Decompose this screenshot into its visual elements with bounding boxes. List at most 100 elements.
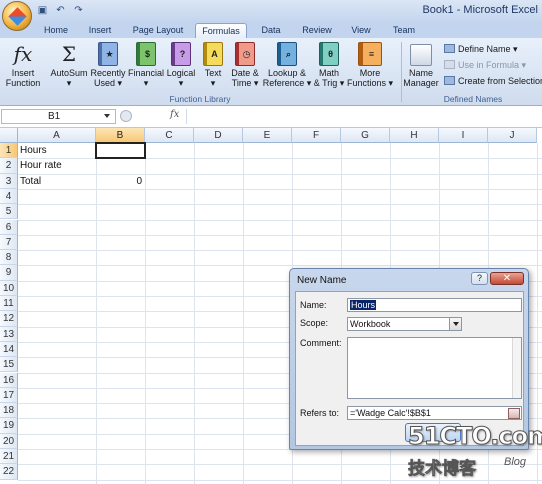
row-header[interactable]: 16	[0, 372, 18, 388]
row-header[interactable]: 7	[0, 234, 18, 251]
logical-book-icon: ?	[171, 42, 191, 66]
column-header-i[interactable]: I	[439, 128, 488, 143]
row-header[interactable]: 9	[0, 265, 18, 281]
tab-page-layout[interactable]: Page Layout	[126, 23, 190, 38]
formula-bar-handle-icon[interactable]	[120, 110, 132, 122]
column-header-b[interactable]: B	[96, 128, 145, 143]
refers-to-field[interactable]: ='Wadge Calc'!$B$1	[347, 406, 522, 420]
row-header[interactable]: 20	[0, 433, 18, 449]
row-header[interactable]: 10	[0, 280, 18, 296]
row-header[interactable]: 1	[0, 143, 18, 159]
row-header[interactable]: 14	[0, 341, 18, 358]
logical-label: Logical	[166, 68, 196, 78]
name-field[interactable]: Hours	[347, 298, 522, 312]
tab-team[interactable]: Team	[388, 23, 420, 38]
define-name-button[interactable]: Define Name ▾	[444, 44, 518, 55]
close-icon[interactable]: ✕	[490, 272, 524, 285]
insert-function-fx-icon[interactable]: fx	[170, 109, 179, 120]
row-header[interactable]: 17	[0, 387, 18, 404]
function-library-group-label: Function Library	[169, 94, 231, 104]
row-header[interactable]: 18	[0, 403, 18, 419]
tab-data[interactable]: Data	[256, 23, 286, 38]
collapse-dialog-icon[interactable]	[508, 408, 520, 419]
row-header[interactable]: 6	[0, 219, 18, 235]
window-title: Book1 - Microsoft Excel	[422, 4, 538, 16]
cell-a1[interactable]: Hours	[20, 144, 47, 158]
save-icon[interactable]: ▣	[36, 4, 49, 17]
column-header-h[interactable]: H	[390, 128, 439, 143]
comment-scrollbar[interactable]	[512, 338, 521, 398]
more-functions-button[interactable]: ≡ More Functions ▾	[346, 42, 394, 88]
math-trig-button[interactable]: θ Math & Trig ▾	[312, 42, 346, 88]
lookup-reference-button[interactable]: ⌕ Lookup & Reference ▾	[262, 42, 312, 88]
name-box-dropdown-icon[interactable]	[104, 114, 110, 118]
recently-used-book-icon: ★	[98, 42, 118, 66]
chevron-down-icon[interactable]	[449, 318, 461, 330]
cell-a3[interactable]: Total	[20, 175, 41, 189]
tab-review[interactable]: Review	[298, 23, 336, 38]
tab-formulas[interactable]: Formulas	[195, 23, 247, 38]
gridline-horizontal	[18, 204, 542, 206]
use-in-formula-button[interactable]: Use in Formula ▾	[444, 60, 526, 71]
column-header-c[interactable]: C	[145, 128, 194, 143]
row-header[interactable]: 19	[0, 418, 18, 434]
row-header[interactable]: 5	[0, 204, 18, 220]
formula-input[interactable]	[186, 109, 540, 124]
tab-insert[interactable]: Insert	[80, 23, 120, 38]
column-header-f[interactable]: F	[292, 128, 341, 143]
name-label: Name:	[300, 300, 327, 310]
insert-function-label-2: Function	[5, 78, 41, 88]
refers-to-value: ='Wadge Calc'!$B$1	[350, 408, 431, 418]
help-icon[interactable]: ?	[471, 272, 488, 285]
column-header-a[interactable]: A	[18, 128, 96, 143]
row-header[interactable]: 11	[0, 296, 18, 312]
cell-b3[interactable]: 0	[96, 175, 142, 189]
name-box[interactable]: B1	[1, 109, 116, 124]
recently-used-button[interactable]: ★ Recently Used ▾	[89, 42, 127, 88]
ribbon-tabs: Home Insert Page Layout Formulas Data Re…	[0, 22, 542, 38]
row-header[interactable]: 13	[0, 326, 18, 342]
financial-button[interactable]: $ Financial ▾	[127, 42, 165, 88]
column-header-d[interactable]: D	[194, 128, 243, 143]
redo-icon[interactable]: ↷	[72, 4, 85, 17]
row-header[interactable]: 12	[0, 311, 18, 327]
office-button[interactable]	[2, 1, 32, 31]
date-time-button[interactable]: ◷ Date & Time ▾	[228, 42, 262, 88]
financial-dropdown: ▾	[143, 78, 149, 88]
comment-field[interactable]	[347, 337, 522, 399]
column-header-j[interactable]: J	[488, 128, 537, 143]
tab-view[interactable]: View	[346, 23, 376, 38]
create-from-selection-label: Create from Selection	[458, 76, 542, 86]
insert-function-button[interactable]: fx Insert Function	[2, 42, 44, 88]
active-cell-b1[interactable]	[95, 142, 146, 159]
undo-icon[interactable]: ↶	[54, 4, 67, 17]
text-button[interactable]: A Text ▾	[199, 42, 227, 88]
text-book-icon: A	[203, 42, 223, 66]
date-time-book-icon: ◷	[235, 42, 255, 66]
create-from-selection-icon	[444, 76, 455, 85]
column-header-g[interactable]: G	[341, 128, 390, 143]
row-header[interactable]: 8	[0, 250, 18, 266]
fx-icon: fx	[13, 42, 33, 66]
refers-to-label: Refers to:	[300, 408, 340, 418]
row-header[interactable]: 22	[0, 464, 18, 480]
create-from-selection-button[interactable]: Create from Selection	[444, 76, 542, 86]
row-header[interactable]: 3	[0, 173, 18, 189]
select-all-corner[interactable]	[0, 128, 18, 143]
autosum-button[interactable]: Σ AutoSum ▾	[49, 42, 89, 88]
row-header[interactable]: 15	[0, 357, 18, 373]
column-header-e[interactable]: E	[243, 128, 292, 143]
logical-button[interactable]: ? Logical ▾	[165, 42, 197, 88]
title-bar: ▣ ↶ ↷ Book1 - Microsoft Excel	[0, 0, 542, 31]
watermark-main: 51CTO.com	[407, 422, 542, 451]
row-header[interactable]: 21	[0, 449, 18, 465]
quick-access-toolbar: ▣ ↶ ↷	[36, 4, 85, 17]
name-manager-icon	[410, 44, 432, 66]
recently-used-label-1: Recently	[90, 68, 126, 78]
cell-a2[interactable]: Hour rate	[20, 159, 62, 173]
row-header[interactable]: 2	[0, 158, 18, 174]
scope-select[interactable]: Workbook	[347, 317, 462, 331]
name-manager-button[interactable]: Name Manager	[402, 44, 440, 88]
tab-home[interactable]: Home	[38, 23, 74, 38]
row-header[interactable]: 4	[0, 188, 18, 205]
